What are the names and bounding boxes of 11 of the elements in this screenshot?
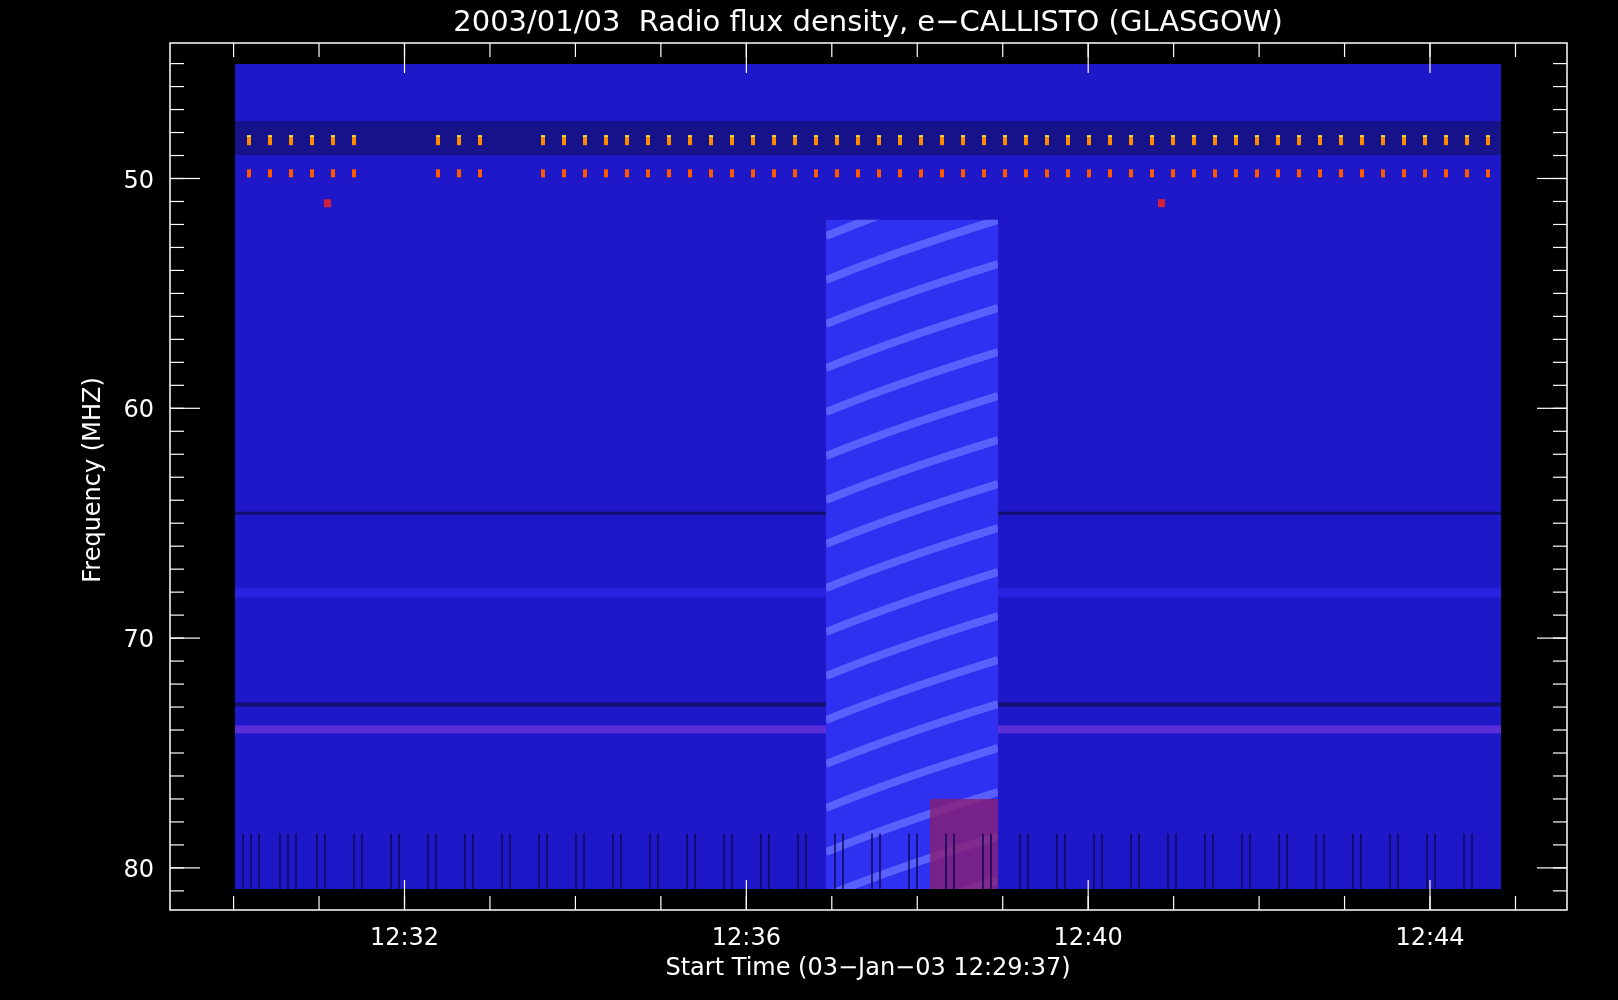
x-tick-label: 12:40 [1053,923,1123,951]
y-tick-label: 50 [123,165,154,194]
x-tick-label: 12:36 [711,923,781,951]
chart-title: 2003/01/03 Radio flux density, e−CALLISTO (GLASGOW) [453,4,1283,38]
y-axis-label: Frequency (MHZ) [78,377,106,583]
y-tick-label: 70 [123,625,154,654]
y-tick-label: 80 [123,854,154,883]
y-tick-label: 60 [123,395,154,424]
x-axis-label: Start Time (03−Jan−03 12:29:37) [665,953,1071,981]
x-tick-label: 12:32 [369,923,440,951]
x-tick-label: 12:44 [1395,923,1465,951]
